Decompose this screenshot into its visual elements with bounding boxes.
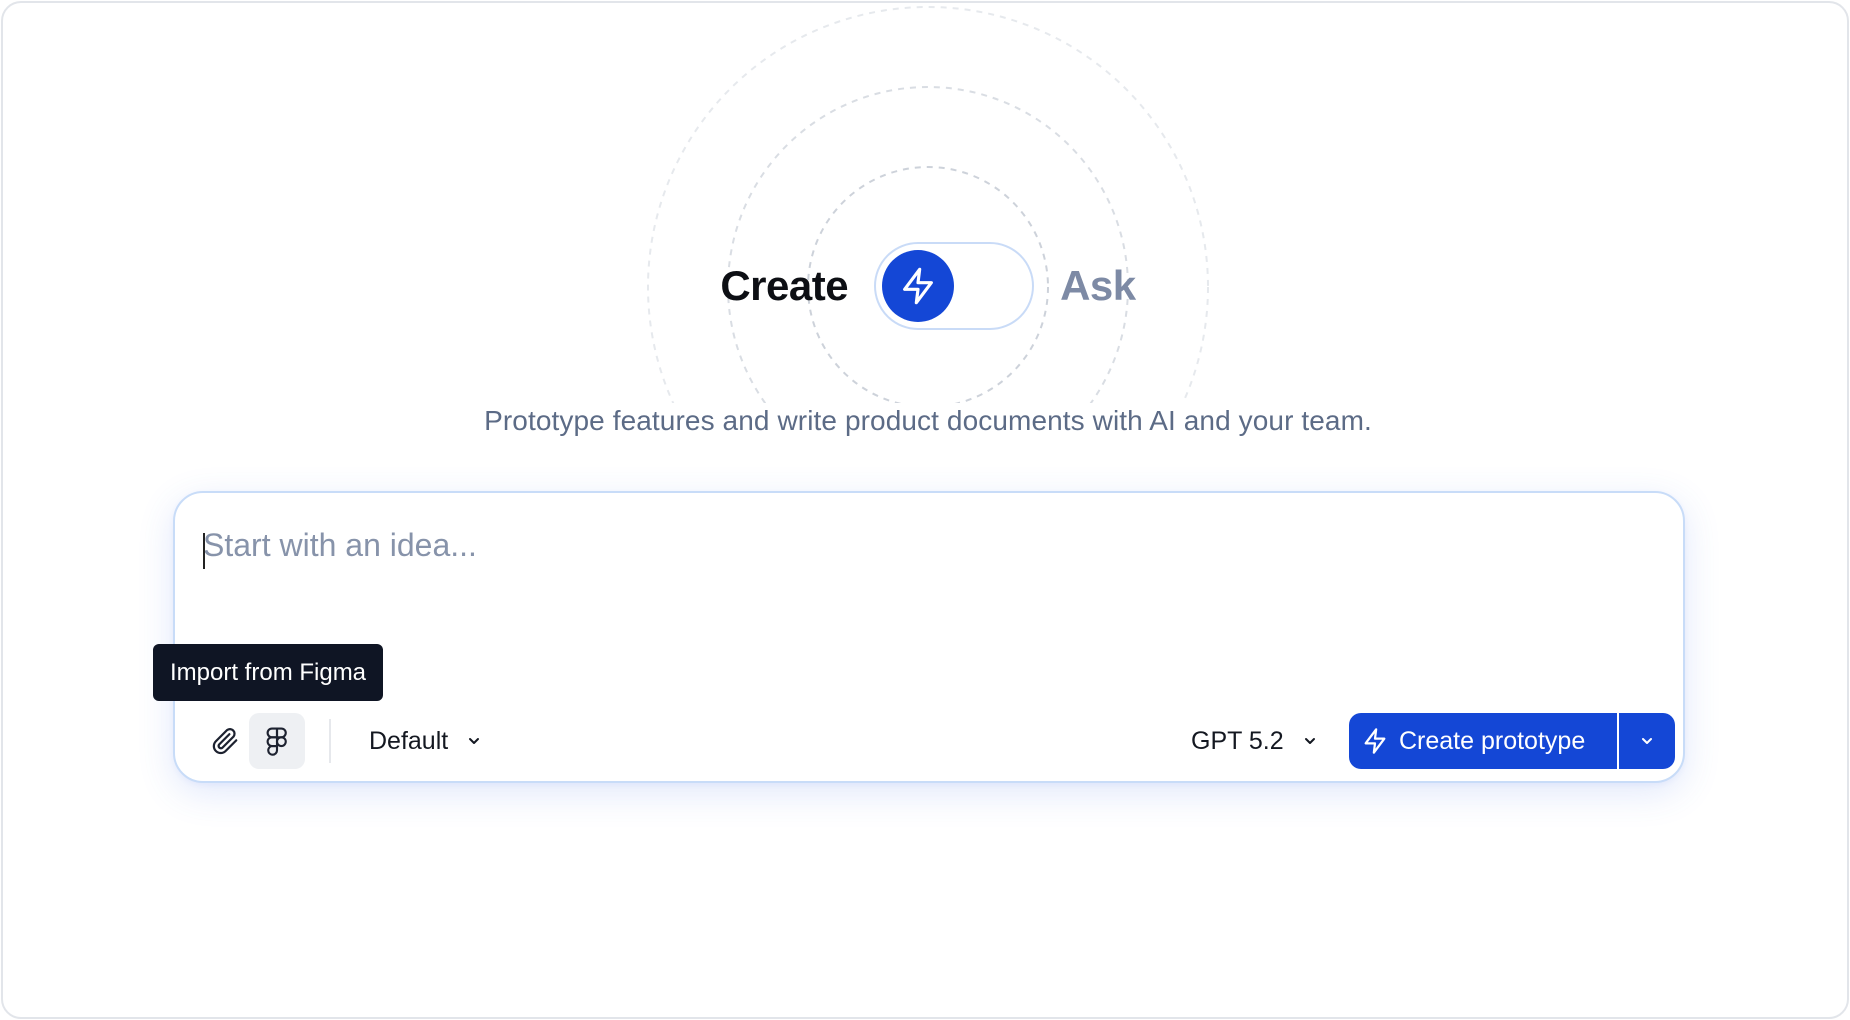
- mode-create-label[interactable]: Create: [720, 262, 848, 310]
- style-select-value: Default: [369, 726, 449, 755]
- page-subtitle: Prototype features and write product doc…: [484, 405, 1372, 436]
- figma-icon: [266, 727, 287, 756]
- attach-file-button[interactable]: [197, 713, 253, 769]
- mode-switch: Create Ask: [3, 241, 1847, 331]
- model-select-value: GPT 5.2: [1191, 726, 1284, 755]
- tooltip-text: Import from Figma: [170, 658, 367, 686]
- paperclip-icon: [212, 728, 238, 755]
- mode-ask-label[interactable]: Ask: [1060, 262, 1136, 310]
- decorative-rings: [647, 6, 1209, 403]
- prompt-composer: Default GPT 5.2 Create prototype: [173, 491, 1685, 783]
- style-select[interactable]: Default: [369, 717, 482, 765]
- import-figma-button[interactable]: [249, 713, 305, 769]
- lightning-bolt-icon: [1361, 727, 1389, 755]
- model-select[interactable]: GPT 5.2: [1191, 717, 1318, 765]
- lightning-bolt-icon: [903, 267, 934, 305]
- text-caret: [203, 533, 205, 569]
- create-prototype-button[interactable]: Create prototype: [1349, 713, 1617, 769]
- create-prototype-label: Create prototype: [1399, 726, 1586, 755]
- figma-tooltip: Import from Figma: [153, 644, 384, 701]
- chevron-down-icon: [1302, 733, 1318, 749]
- toolbar-divider: [329, 719, 331, 763]
- app-frame: Create Ask Prototype features and write …: [1, 1, 1849, 1019]
- toggle-knob: [882, 250, 955, 322]
- chevron-down-icon: [466, 733, 482, 749]
- create-options-button[interactable]: [1619, 713, 1675, 769]
- mode-toggle[interactable]: [874, 242, 1035, 330]
- chevron-down-icon: [1642, 738, 1652, 744]
- prompt-input[interactable]: [203, 527, 1643, 647]
